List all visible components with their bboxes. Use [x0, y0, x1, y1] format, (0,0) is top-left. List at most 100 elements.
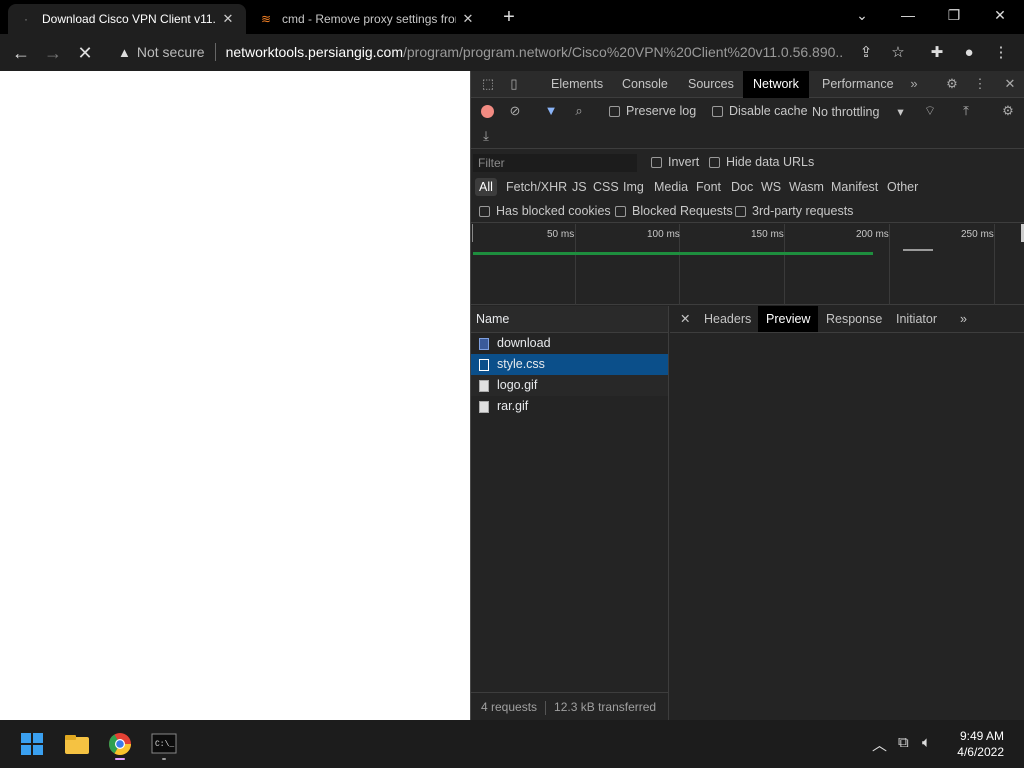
type-media[interactable]: Media: [650, 178, 692, 196]
network-conditions-icon[interactable]: ⌔: [921, 102, 939, 120]
type-fetch-xhr[interactable]: Fetch/XHR: [502, 178, 571, 196]
new-tab-button[interactable]: +: [498, 6, 520, 28]
tab-console[interactable]: Console: [612, 71, 678, 98]
tab-cmd-proxy[interactable]: ≋ cmd - Remove proxy settings from ✕: [248, 4, 486, 34]
export-har-icon[interactable]: ⤓: [477, 127, 495, 145]
type-js[interactable]: JS: [568, 178, 591, 196]
tick-label: 250 ms: [961, 229, 994, 240]
more-detail-tabs-icon[interactable]: »: [952, 306, 975, 332]
search-icon[interactable]: ⌕: [570, 102, 588, 120]
type-all[interactable]: All: [475, 178, 497, 196]
record-icon[interactable]: [481, 105, 494, 118]
blocked-requests-checkbox[interactable]: Blocked Requests: [615, 204, 733, 218]
clock[interactable]: 9:49 AM 4/6/2022: [957, 728, 1004, 760]
tab-headers[interactable]: Headers: [696, 306, 759, 332]
timeline-bar: [473, 252, 873, 255]
document-icon: [479, 337, 489, 350]
tab-sources[interactable]: Sources: [678, 71, 744, 98]
tab-performance[interactable]: Performance: [812, 71, 904, 98]
inspect-element-icon[interactable]: ⬚: [479, 75, 497, 93]
back-button[interactable]: ←: [8, 40, 34, 66]
menu-icon[interactable]: ⋮: [990, 42, 1012, 64]
more-tabs-icon[interactable]: »: [905, 75, 923, 93]
clock-date: 4/6/2022: [957, 745, 1004, 759]
close-icon[interactable]: ✕: [460, 11, 476, 27]
tab-preview[interactable]: Preview: [758, 306, 819, 332]
restore-button[interactable]: ❐: [934, 4, 974, 26]
close-detail-icon[interactable]: ✕: [672, 306, 698, 332]
security-label: Not secure: [136, 44, 205, 60]
third-party-checkbox[interactable]: 3rd-party requests: [735, 204, 853, 218]
tick-label: 200 ms: [856, 229, 889, 240]
device-toolbar-icon[interactable]: ▯: [505, 75, 523, 93]
tab-elements[interactable]: Elements: [541, 71, 613, 98]
clear-icon[interactable]: ⊘: [506, 102, 524, 120]
request-row-download[interactable]: download: [471, 333, 668, 354]
file-explorer-icon[interactable]: [61, 728, 93, 760]
request-row-rar-gif[interactable]: rar.gif: [471, 396, 668, 417]
filter-input[interactable]: Filter: [473, 154, 637, 172]
browser-toolbar: ← → ✕ ▲ Not secure networktools.persiang…: [0, 34, 1024, 71]
windows-start-icon[interactable]: [16, 728, 48, 760]
detail-tabbar: ✕ Headers Preview Response Initiator »: [670, 306, 1024, 333]
has-blocked-cookies-checkbox[interactable]: Has blocked cookies: [479, 204, 611, 218]
type-doc[interactable]: Doc: [727, 178, 757, 196]
invert-checkbox[interactable]: Invert: [651, 155, 699, 169]
filter-icon[interactable]: ▼: [542, 102, 560, 120]
network-toolbar: ⊘ ▼ ⌕ Preserve log Disable cache No thro…: [471, 99, 1024, 149]
extensions-icon[interactable]: ✚: [926, 42, 948, 64]
disable-cache-checkbox[interactable]: Disable cache: [712, 104, 808, 118]
network-overview[interactable]: 50 ms 100 ms 150 ms 200 ms 250 ms: [471, 224, 1024, 305]
grid-line: [784, 224, 785, 305]
tab-strip: · Download Cisco VPN Client v11.0 ✕ ≋ cm…: [0, 0, 1024, 34]
request-count: 4 requests: [481, 700, 538, 714]
type-img[interactable]: Img: [619, 178, 648, 196]
chrome-icon[interactable]: [104, 728, 136, 760]
image-icon: [479, 400, 489, 413]
request-row-style-css[interactable]: style.css: [471, 354, 668, 375]
close-icon[interactable]: ✕: [220, 11, 236, 27]
type-ws[interactable]: WS: [757, 178, 785, 196]
tab-title: Download Cisco VPN Client v11.0: [42, 12, 216, 26]
tab-initiator[interactable]: Initiator: [888, 306, 945, 332]
name-column-header[interactable]: Name: [471, 306, 668, 333]
show-hidden-icons-icon[interactable]: ︿: [872, 734, 887, 755]
close-window-button[interactable]: ✕: [980, 4, 1020, 26]
transferred-size: 12.3 kB transferred: [554, 700, 657, 714]
bookmark-star-icon[interactable]: ☆: [887, 42, 909, 64]
stop-loading-button[interactable]: ✕: [72, 40, 98, 66]
terminal-icon[interactable]: C:\_: [148, 728, 180, 760]
tick-label: 150 ms: [751, 229, 784, 240]
type-other[interactable]: Other: [883, 178, 922, 196]
tab-download-cisco[interactable]: · Download Cisco VPN Client v11.0 ✕: [8, 4, 246, 34]
import-har-icon[interactable]: ⤒: [957, 102, 975, 120]
profile-icon[interactable]: ●: [958, 42, 980, 64]
grid-line: [994, 224, 995, 305]
request-row-logo-gif[interactable]: logo.gif: [471, 375, 668, 396]
kebab-menu-icon[interactable]: ⋮: [971, 75, 989, 93]
type-manifest[interactable]: Manifest: [827, 178, 882, 196]
type-wasm[interactable]: Wasm: [785, 178, 828, 196]
close-devtools-icon[interactable]: ✕: [1001, 75, 1019, 93]
forward-button[interactable]: →: [40, 40, 66, 66]
tab-network[interactable]: Network: [743, 71, 809, 98]
network-icon[interactable]: ⧉: [898, 734, 909, 751]
type-font[interactable]: Font: [692, 178, 725, 196]
page-content: [0, 71, 470, 720]
tick-label: 50 ms: [547, 229, 575, 240]
volume-icon[interactable]: 🔈︎: [922, 734, 931, 751]
network-settings-icon[interactable]: ⚙: [999, 102, 1017, 120]
tab-search-icon[interactable]: ⌄: [842, 4, 882, 26]
hide-data-urls-checkbox[interactable]: Hide data URLs: [709, 155, 814, 169]
request-name: logo.gif: [497, 378, 538, 392]
type-css[interactable]: CSS: [589, 178, 623, 196]
address-bar[interactable]: ▲ Not secure networktools.persiangig.com…: [108, 38, 914, 66]
share-icon[interactable]: ⇪: [855, 42, 877, 64]
preserve-log-checkbox[interactable]: Preserve log: [609, 104, 696, 118]
timeline-bar: [903, 249, 933, 251]
devtools-panel: ⬚ ▯ Elements Console Sources Network Per…: [470, 71, 1024, 720]
throttling-select[interactable]: No throttling ▾: [812, 104, 904, 119]
settings-gear-icon[interactable]: ⚙: [943, 75, 961, 93]
minimize-button[interactable]: —: [888, 4, 928, 26]
tab-response[interactable]: Response: [818, 306, 890, 332]
